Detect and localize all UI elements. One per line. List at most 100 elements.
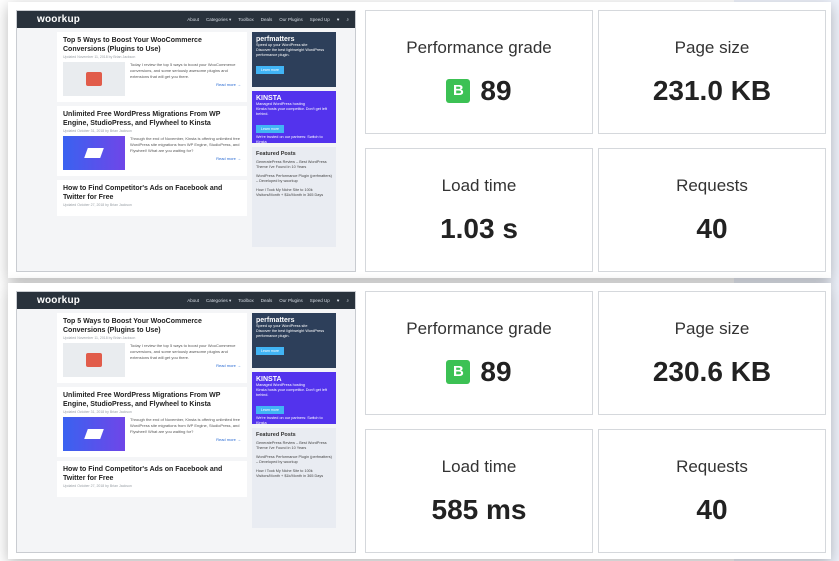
nav-link-our-plugins: Our Plugins <box>279 16 303 22</box>
post-thumbnail <box>63 417 125 451</box>
nav-link-toolbox: Toolbox <box>238 16 254 22</box>
nav-link-about: About <box>187 16 199 22</box>
ad-text: Kinsta hosts your competitor. Don't get … <box>256 107 328 116</box>
site-sidebar: perfmatters Speed up your WordPress site… <box>252 32 336 251</box>
page-size-value: 231.0 KB <box>652 75 772 106</box>
site-nav-links: About Categories ▾ Toolbox Deals Our Plu… <box>187 298 349 304</box>
read-more-link: Read more → <box>216 363 241 368</box>
post-excerpt: Today I review the top 5 ways to boost y… <box>130 343 236 360</box>
ad-button: Learn more <box>256 347 284 355</box>
kinsta-logo: KINSTA <box>256 376 282 383</box>
perfmatters-logo: perfmatters <box>256 317 295 324</box>
search-icon: ⌕ <box>346 16 349 22</box>
performance-score: 89 <box>480 75 512 106</box>
post-title: Top 5 Ways to Boost Your WooCommerce Con… <box>63 318 202 334</box>
load-time-value: 585 ms <box>431 494 527 525</box>
nav-link-deals: Deals <box>260 16 273 22</box>
nav-link-about: About <box>187 297 199 303</box>
post-excerpt: Through the end of November, Kinsta is o… <box>130 136 240 153</box>
site-logo: woorkup <box>37 14 81 25</box>
site-main-column: Top 5 Ways to Boost Your WooCommerce Con… <box>57 32 247 251</box>
load-time-label: Load time <box>441 176 517 195</box>
ad-button: Learn more <box>256 66 284 74</box>
post-meta: Updated November 11, 2018 by Brian Jacks… <box>63 55 136 59</box>
performance-grade-card: Performance grade B 89 <box>365 291 593 415</box>
page-size-label: Page size <box>674 319 750 338</box>
ad-button: Learn more <box>256 125 284 133</box>
site-logo: woorkup <box>37 295 81 306</box>
performance-grade-card: Performance grade B 89 <box>365 10 593 134</box>
post-card: How to Find Competitor's Ads on Facebook… <box>57 180 247 216</box>
post-title: Unlimited Free WordPress Migrations From… <box>63 111 221 127</box>
site-sidebar: perfmatters Speed up your WordPress site… <box>252 313 336 532</box>
post-thumbnail <box>63 62 125 96</box>
page-size-value: 230.6 KB <box>652 356 772 387</box>
performance-grade-label: Performance grade <box>406 38 552 57</box>
performance-grade-label: Performance grade <box>406 319 552 338</box>
nav-link-toolbox: Toolbox <box>238 297 254 303</box>
post-meta: Updated October 31, 2018 by Brian Jackso… <box>63 129 132 133</box>
grade-badge: B <box>446 79 471 103</box>
requests-label: Requests <box>676 176 748 195</box>
page-size-card: Page size 231.0 KB <box>598 10 826 134</box>
speed-test-panel-after: woorkup About Categories ▾ Toolbox Deals… <box>8 283 831 559</box>
post-card: Top 5 Ways to Boost Your WooCommerce Con… <box>57 32 247 102</box>
grade-badge: B <box>446 360 471 384</box>
post-card: Unlimited Free WordPress Migrations From… <box>57 387 247 457</box>
ad-footer: We're trusted on our partners: Switch to… <box>256 416 323 425</box>
ad-text: Kinsta hosts your competitor. Don't get … <box>256 388 328 397</box>
requests-label: Requests <box>676 457 748 476</box>
post-card: Top 5 Ways to Boost Your WooCommerce Con… <box>57 313 247 383</box>
website-screenshot: woorkup About Categories ▾ Toolbox Deals… <box>16 291 356 553</box>
post-meta: Updated October 27, 2018 by Brian Jackso… <box>63 484 132 488</box>
post-excerpt: Through the end of November, Kinsta is o… <box>130 417 240 434</box>
read-more-link: Read more → <box>216 82 241 87</box>
load-time-card: Load time 585 ms <box>365 429 593 553</box>
featured-heading: Featured Posts <box>256 151 296 157</box>
post-meta: Updated November 11, 2018 by Brian Jacks… <box>63 336 136 340</box>
performance-score: 89 <box>480 356 512 387</box>
ad-button: Learn more <box>256 406 284 414</box>
nav-link-speed-up: Speed Up <box>309 297 330 303</box>
post-thumbnail <box>63 343 125 377</box>
read-more-link: Read more → <box>216 156 241 161</box>
nav-link-our-plugins: Our Plugins <box>279 297 303 303</box>
perfmatters-logo: perfmatters <box>256 36 295 43</box>
featured-item: WordPress Performance Plugin (perfmatter… <box>256 174 332 183</box>
featured-heading: Featured Posts <box>256 432 296 438</box>
ad-text: Discover the best lightweight WordPress … <box>256 329 325 338</box>
search-icon: ⌕ <box>346 297 349 303</box>
heart-icon: ♥ <box>336 16 340 22</box>
post-title: Top 5 Ways to Boost Your WooCommerce Con… <box>63 37 202 53</box>
featured-item: GeneratePress Review – Best WordPress Th… <box>256 441 327 450</box>
page-size-label: Page size <box>674 38 750 57</box>
post-title: How to Find Competitor's Ads on Facebook… <box>63 185 223 201</box>
featured-posts: Featured Posts GeneratePress Review – Be… <box>252 428 336 528</box>
load-time-value: 1.03 s <box>440 213 518 244</box>
post-meta: Updated October 27, 2018 by Brian Jackso… <box>63 203 132 207</box>
speed-test-panel-before: woorkup About Categories ▾ Toolbox Deals… <box>8 2 831 278</box>
post-card: Unlimited Free WordPress Migrations From… <box>57 106 247 176</box>
post-thumbnail <box>63 136 125 170</box>
site-main-column: Top 5 Ways to Boost Your WooCommerce Con… <box>57 313 247 532</box>
nav-link-deals: Deals <box>260 297 273 303</box>
kinsta-ad: KINSTA Managed WordPress hosting Kinsta … <box>252 372 336 425</box>
heart-icon: ♥ <box>336 297 340 303</box>
post-meta: Updated October 31, 2018 by Brian Jackso… <box>63 410 132 414</box>
featured-item: How I Took My Niche Site to 100k Visitor… <box>256 469 324 478</box>
featured-item: GeneratePress Review – Best WordPress Th… <box>256 160 327 169</box>
website-screenshot: woorkup About Categories ▾ Toolbox Deals… <box>16 10 356 272</box>
ad-footer: We're trusted on our partners: Switch to… <box>256 135 323 144</box>
nav-link-categories: Categories ▾ <box>205 297 232 303</box>
requests-card: Requests 40 <box>598 148 826 272</box>
post-title: How to Find Competitor's Ads on Facebook… <box>63 466 223 482</box>
requests-value: 40 <box>696 213 728 244</box>
kinsta-logo: KINSTA <box>256 95 282 102</box>
featured-posts: Featured Posts GeneratePress Review – Be… <box>252 147 336 247</box>
requests-card: Requests 40 <box>598 429 826 553</box>
post-excerpt: Today I review the top 5 ways to boost y… <box>130 62 236 79</box>
perfmatters-ad: perfmatters Speed up your WordPress site… <box>252 32 336 87</box>
perfmatters-ad: perfmatters Speed up your WordPress site… <box>252 313 336 368</box>
read-more-link: Read more → <box>216 437 241 442</box>
page-size-card: Page size 230.6 KB <box>598 291 826 415</box>
